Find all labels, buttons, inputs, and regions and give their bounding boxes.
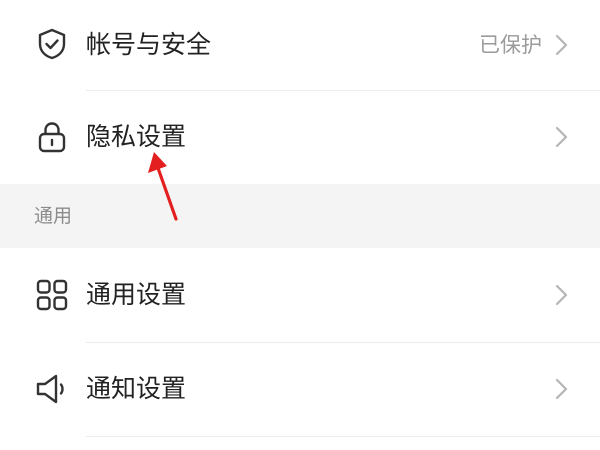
divider: [86, 342, 600, 343]
chevron-right-icon: [554, 283, 570, 307]
general-settings-item[interactable]: 通用设置: [0, 250, 600, 340]
account-security-label: 帐号与安全: [86, 30, 212, 59]
privacy-settings-item[interactable]: 隐私设置: [0, 92, 600, 182]
divider: [86, 436, 600, 437]
account-security-item[interactable]: 帐号与安全 已保护: [0, 0, 600, 90]
chevron-right-icon: [554, 377, 570, 401]
speaker-icon: [34, 371, 70, 407]
chevron-right-icon: [554, 33, 570, 57]
section-title: 通用: [34, 205, 73, 227]
grid-icon: [34, 277, 70, 313]
section-header-general: 通用: [0, 184, 600, 248]
security-status-value: 已保护: [479, 33, 542, 57]
lock-icon: [34, 119, 70, 155]
general-settings-label: 通用设置: [86, 280, 187, 309]
notification-settings-label: 通知设置: [86, 374, 187, 403]
divider: [86, 90, 600, 91]
shield-check-icon: [34, 26, 70, 62]
chevron-right-icon: [554, 125, 570, 149]
privacy-settings-label: 隐私设置: [86, 122, 187, 151]
notification-settings-item[interactable]: 通知设置: [0, 344, 600, 434]
